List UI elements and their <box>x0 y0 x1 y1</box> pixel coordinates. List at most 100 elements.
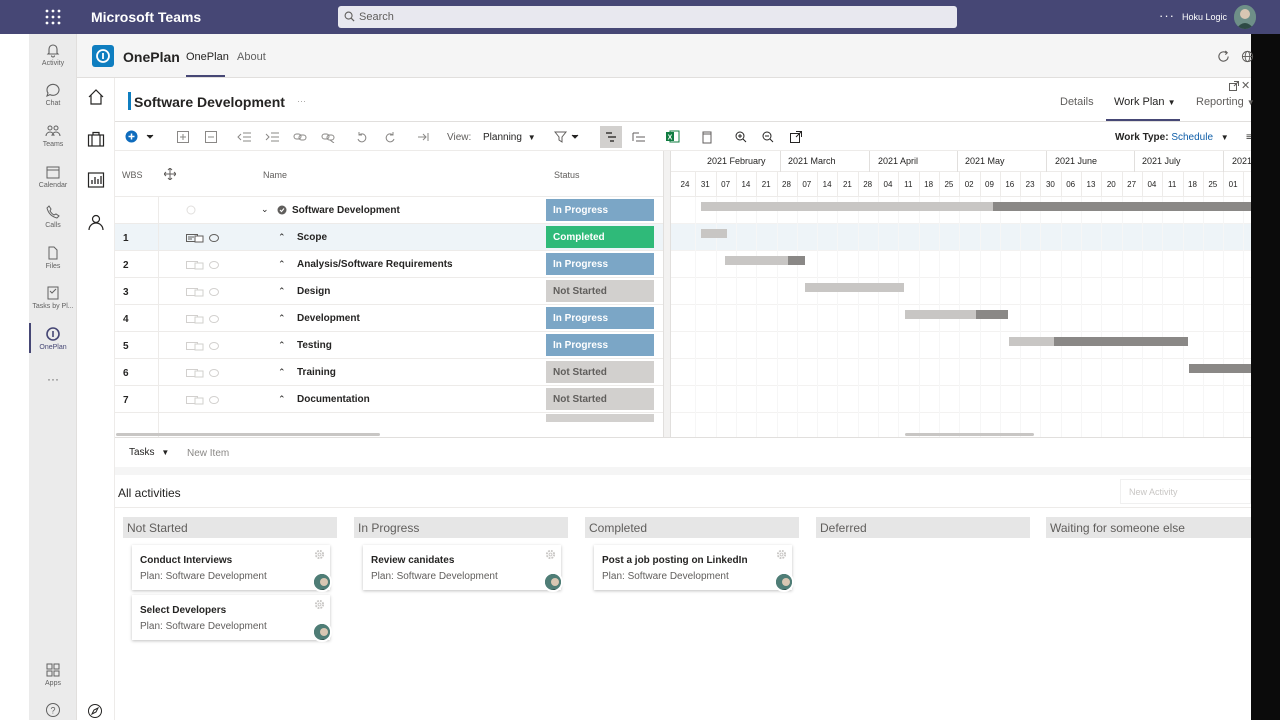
table-row[interactable]: 2 ⌃ Analysis/Software Requirements In Pr… <box>115 251 663 278</box>
chevron-up-icon[interactable]: ⌃ <box>278 286 286 297</box>
unlink-icon[interactable] <box>321 131 335 143</box>
user-avatar[interactable] <box>1234 5 1256 29</box>
task-name[interactable]: Documentation <box>297 394 370 405</box>
scroll-to-task-icon[interactable] <box>418 131 430 143</box>
tab-oneplan[interactable]: OnePlan <box>186 51 229 63</box>
gantt-toggle-button[interactable] <box>600 126 622 148</box>
task-name[interactable]: Development <box>297 313 360 324</box>
work-type-dropdown[interactable]: Work Type: Schedule ▼ <box>1115 132 1229 143</box>
avatar[interactable] <box>312 572 332 592</box>
print-icon[interactable] <box>701 131 713 144</box>
notes-comments-icons[interactable] <box>186 314 220 324</box>
notes-comments-icons[interactable] <box>186 368 220 378</box>
grid-splitter-handle[interactable] <box>663 151 671 437</box>
column-header-wbs[interactable]: WBS <box>122 170 143 180</box>
title-more-button[interactable]: ··· <box>297 96 306 106</box>
compass-icon[interactable] <box>87 703 103 719</box>
gantt-bar[interactable] <box>905 310 976 319</box>
activity-card[interactable]: Review canidates Plan: Software Developm… <box>363 545 563 592</box>
chevron-up-icon[interactable]: ⌃ <box>278 232 286 243</box>
table-row[interactable]: 1 ⌃ Scope Completed <box>115 224 663 251</box>
home-icon[interactable] <box>87 88 105 106</box>
refresh-icon[interactable] <box>1217 50 1230 63</box>
indent-icon[interactable] <box>265 131 279 143</box>
rail-item-teams[interactable]: Teams <box>29 123 77 148</box>
status-badge[interactable]: In Progress <box>546 307 654 329</box>
notes-comments-icons[interactable] <box>186 395 220 405</box>
table-row[interactable]: 4 ⌃ Development In Progress <box>115 305 663 332</box>
tab-reporting[interactable]: Reporting ▼ <box>1196 96 1255 108</box>
avatar[interactable] <box>774 572 794 592</box>
excel-export-icon[interactable]: X <box>666 130 680 143</box>
close-icon[interactable]: ✕ <box>1241 79 1250 92</box>
status-badge[interactable]: Completed <box>546 226 654 248</box>
task-name[interactable]: Testing <box>297 340 332 351</box>
gantt-bar[interactable] <box>701 229 727 238</box>
add-button[interactable] <box>125 130 155 143</box>
rail-item-calendar[interactable]: Calendar <box>29 164 77 189</box>
redo-icon[interactable] <box>384 131 396 143</box>
rail-item-oneplan[interactable]: OnePlan <box>29 326 77 351</box>
rail-item-tasks[interactable]: Tasks by Pl... <box>29 285 77 310</box>
table-row[interactable]: 6 ⌃ Training Not Started <box>115 359 663 386</box>
column-header-name[interactable]: Name <box>263 170 287 180</box>
status-badge[interactable]: In Progress <box>546 199 654 221</box>
notes-comments-icons[interactable] <box>186 260 220 270</box>
avatar[interactable] <box>543 572 563 592</box>
search-input[interactable]: Search <box>338 6 957 28</box>
activity-card[interactable]: Conduct Interviews Plan: Software Develo… <box>132 545 332 592</box>
briefcase-icon[interactable] <box>87 130 105 148</box>
globe-icon[interactable] <box>1241 50 1254 63</box>
person-icon[interactable] <box>87 213 105 231</box>
status-badge[interactable]: In Progress <box>546 334 654 356</box>
rail-more-button[interactable]: ··· <box>29 372 77 386</box>
rail-item-activity[interactable]: Activity <box>29 42 77 67</box>
zoom-in-icon[interactable] <box>735 131 747 143</box>
link-icon[interactable] <box>293 131 307 143</box>
activity-card[interactable]: Post a job posting on LinkedIn Plan: Sof… <box>594 545 794 592</box>
popout-icon[interactable] <box>1229 81 1239 91</box>
status-badge[interactable]: Not Started <box>546 388 654 410</box>
table-row[interactable]: 5 ⌃ Testing In Progress <box>115 332 663 359</box>
chevron-up-icon[interactable]: ⌃ <box>278 259 286 270</box>
expand-icon[interactable] <box>177 131 189 143</box>
zoom-out-icon[interactable] <box>762 131 774 143</box>
gantt-bar[interactable] <box>1009 337 1054 346</box>
rail-item-apps[interactable]: Apps <box>29 662 77 687</box>
scrollbar[interactable] <box>116 433 380 436</box>
task-name[interactable]: Analysis/Software Requirements <box>297 259 453 270</box>
undo-icon[interactable] <box>356 131 368 143</box>
task-name[interactable]: Training <box>297 367 336 378</box>
status-badge[interactable]: In Progress <box>546 253 654 275</box>
filter-icon[interactable] <box>554 131 580 143</box>
open-external-icon[interactable] <box>790 131 802 143</box>
outdent-icon[interactable] <box>237 131 251 143</box>
gantt-bar[interactable] <box>805 283 904 292</box>
gantt-bar-summary[interactable] <box>701 202 993 211</box>
task-name[interactable]: Design <box>297 286 330 297</box>
help-icon[interactable]: ? <box>29 702 77 720</box>
gantt-bar[interactable] <box>725 256 788 265</box>
app-launcher-icon[interactable] <box>44 8 62 26</box>
gantt-bar[interactable] <box>1189 364 1251 373</box>
tasks-dropdown[interactable]: Tasks ▼ <box>129 447 169 458</box>
columns-icon[interactable] <box>632 131 646 143</box>
chevron-down-icon[interactable]: ⌄ <box>261 204 269 215</box>
task-name[interactable]: Software Development <box>292 205 400 216</box>
avatar[interactable] <box>312 622 332 642</box>
menu-icon[interactable]: ≡ <box>1246 132 1252 143</box>
task-name[interactable]: Scope <box>297 232 327 243</box>
notes-comments-icons[interactable] <box>186 287 220 297</box>
gear-icon[interactable] <box>314 549 325 560</box>
tab-work-plan[interactable]: Work Plan ▼ <box>1114 96 1176 108</box>
column-header-status[interactable]: Status <box>554 170 580 180</box>
more-options-button[interactable]: ··· <box>1159 8 1175 23</box>
table-row[interactable]: 7 ⌃ Documentation Not Started <box>115 386 663 413</box>
chevron-up-icon[interactable]: ⌃ <box>278 367 286 378</box>
rail-item-calls[interactable]: Calls <box>29 204 77 229</box>
rail-item-files[interactable]: Files <box>29 245 77 270</box>
scrollbar[interactable] <box>905 433 1034 436</box>
notes-comments-icons[interactable] <box>186 341 220 351</box>
gear-icon[interactable] <box>314 599 325 610</box>
chevron-up-icon[interactable]: ⌃ <box>278 313 286 324</box>
